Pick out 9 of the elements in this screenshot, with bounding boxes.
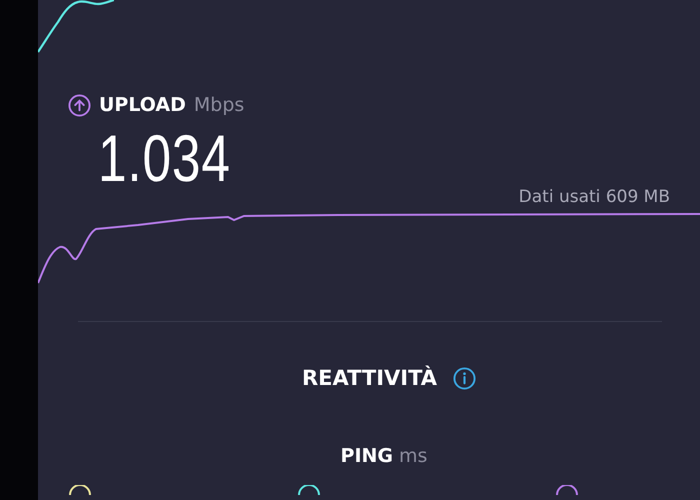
ping-label: PING: [340, 445, 394, 467]
upload-speed: 1.034: [98, 123, 232, 193]
ping-unit: ms: [399, 445, 428, 467]
upload-icon: [68, 94, 91, 116]
info-icon[interactable]: [453, 366, 476, 390]
section-title: REATTIVITÀ: [302, 366, 438, 390]
upload-label: UPLOAD: [99, 94, 186, 116]
data-used: Dati usati 609 MB: [518, 187, 670, 207]
upload-unit: Mbps: [194, 94, 244, 116]
